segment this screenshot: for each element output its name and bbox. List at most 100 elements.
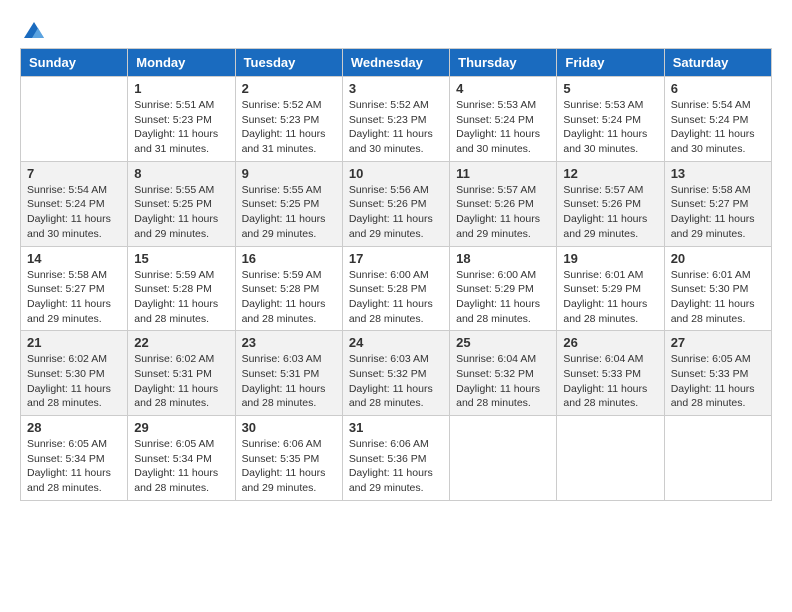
calendar-cell: 11 Sunrise: 5:57 AMSunset: 5:26 PMDayligh… — [450, 161, 557, 246]
day-number: 6 — [671, 81, 765, 96]
weekday-header: Sunday — [21, 49, 128, 77]
weekday-header: Friday — [557, 49, 664, 77]
calendar-cell: 23Sunrise: 6:03 AMSunset: 5:31 PMDayligh… — [235, 331, 342, 416]
day-info: Sunrise: 5:59 AMSunset: 5:28 PMDaylight:… — [242, 268, 336, 327]
calendar-cell: 24 Sunrise: 6:03 AMSunset: 5:32 PMDayligh… — [342, 331, 449, 416]
day-info: Sunrise: 5:54 AMSunset: 5:24 PMDaylight:… — [27, 183, 121, 242]
calendar-week-row: 7 Sunrise: 5:54 AMSunset: 5:24 PMDaylight… — [21, 161, 772, 246]
weekday-header: Monday — [128, 49, 235, 77]
day-info: Sunrise: 5:52 AMSunset: 5:23 PMDaylight:… — [349, 98, 443, 157]
day-info: Sunrise: 6:04 AMSunset: 5:33 PMDaylight:… — [563, 352, 657, 411]
day-info: Sunrise: 6:03 AMSunset: 5:32 PMDaylight:… — [349, 352, 443, 411]
calendar-week-row: 14Sunrise: 5:58 AMSunset: 5:27 PMDayligh… — [21, 246, 772, 331]
day-info: Sunrise: 5:54 AMSunset: 5:24 PMDaylight:… — [671, 98, 765, 157]
day-info: Sunrise: 5:53 AMSunset: 5:24 PMDaylight:… — [456, 98, 550, 157]
day-number: 9 — [242, 166, 336, 181]
day-number: 7 — [27, 166, 121, 181]
calendar-cell: 26 Sunrise: 6:04 AMSunset: 5:33 PMDayligh… — [557, 331, 664, 416]
calendar-cell: 6 Sunrise: 5:54 AMSunset: 5:24 PMDaylight… — [664, 77, 771, 162]
day-info: Sunrise: 5:58 AMSunset: 5:27 PMDaylight:… — [27, 268, 121, 327]
day-number: 18 — [456, 251, 550, 266]
weekday-header: Wednesday — [342, 49, 449, 77]
day-info: Sunrise: 5:58 AMSunset: 5:27 PMDaylight:… — [671, 183, 765, 242]
day-info: Sunrise: 6:04 AMSunset: 5:32 PMDaylight:… — [456, 352, 550, 411]
calendar-cell: 10 Sunrise: 5:56 AMSunset: 5:26 PMDayligh… — [342, 161, 449, 246]
calendar-cell: 2 Sunrise: 5:52 AMSunset: 5:23 PMDaylight… — [235, 77, 342, 162]
day-number: 24 — [349, 335, 443, 350]
day-number: 11 — [456, 166, 550, 181]
calendar-cell — [450, 416, 557, 501]
calendar-week-row: 1 Sunrise: 5:51 AMSunset: 5:23 PMDaylight… — [21, 77, 772, 162]
day-number: 15 — [134, 251, 228, 266]
calendar-cell: 14Sunrise: 5:58 AMSunset: 5:27 PMDayligh… — [21, 246, 128, 331]
day-info: Sunrise: 5:52 AMSunset: 5:23 PMDaylight:… — [242, 98, 336, 157]
day-info: Sunrise: 6:05 AMSunset: 5:33 PMDaylight:… — [671, 352, 765, 411]
day-number: 5 — [563, 81, 657, 96]
page-header — [20, 20, 772, 40]
calendar-cell: 4 Sunrise: 5:53 AMSunset: 5:24 PMDaylight… — [450, 77, 557, 162]
day-info: Sunrise: 6:02 AMSunset: 5:31 PMDaylight:… — [134, 352, 228, 411]
day-info: Sunrise: 5:53 AMSunset: 5:24 PMDaylight:… — [563, 98, 657, 157]
day-info: Sunrise: 6:01 AMSunset: 5:29 PMDaylight:… — [563, 268, 657, 327]
calendar-cell: 22 Sunrise: 6:02 AMSunset: 5:31 PMDayligh… — [128, 331, 235, 416]
day-number: 16 — [242, 251, 336, 266]
day-info: Sunrise: 5:59 AMSunset: 5:28 PMDaylight:… — [134, 268, 228, 327]
calendar-cell: 17 Sunrise: 6:00 AMSunset: 5:28 PMDayligh… — [342, 246, 449, 331]
calendar-cell: 27 Sunrise: 6:05 AMSunset: 5:33 PMDayligh… — [664, 331, 771, 416]
day-number: 21 — [27, 335, 121, 350]
calendar-cell: 25 Sunrise: 6:04 AMSunset: 5:32 PMDayligh… — [450, 331, 557, 416]
day-info: Sunrise: 5:57 AMSunset: 5:26 PMDaylight:… — [456, 183, 550, 242]
day-info: Sunrise: 5:55 AMSunset: 5:25 PMDaylight:… — [134, 183, 228, 242]
calendar-cell: 15 Sunrise: 5:59 AMSunset: 5:28 PMDayligh… — [128, 246, 235, 331]
calendar-cell: 12 Sunrise: 5:57 AMSunset: 5:26 PMDayligh… — [557, 161, 664, 246]
day-info: Sunrise: 6:00 AMSunset: 5:28 PMDaylight:… — [349, 268, 443, 327]
day-number: 2 — [242, 81, 336, 96]
day-info: Sunrise: 6:06 AMSunset: 5:36 PMDaylight:… — [349, 437, 443, 496]
day-info: Sunrise: 6:05 AMSunset: 5:34 PMDaylight:… — [27, 437, 121, 496]
day-number: 13 — [671, 166, 765, 181]
calendar-cell: 18 Sunrise: 6:00 AMSunset: 5:29 PMDayligh… — [450, 246, 557, 331]
calendar-cell — [21, 77, 128, 162]
day-number: 23 — [242, 335, 336, 350]
day-number: 17 — [349, 251, 443, 266]
weekday-header: Tuesday — [235, 49, 342, 77]
calendar-cell: 20 Sunrise: 6:01 AMSunset: 5:30 PMDayligh… — [664, 246, 771, 331]
calendar-cell: 16 Sunrise: 5:59 AMSunset: 5:28 PMDayligh… — [235, 246, 342, 331]
day-number: 29 — [134, 420, 228, 435]
day-number: 28 — [27, 420, 121, 435]
day-info: Sunrise: 5:57 AMSunset: 5:26 PMDaylight:… — [563, 183, 657, 242]
day-info: Sunrise: 6:00 AMSunset: 5:29 PMDaylight:… — [456, 268, 550, 327]
day-number: 12 — [563, 166, 657, 181]
calendar-cell: 8 Sunrise: 5:55 AMSunset: 5:25 PMDaylight… — [128, 161, 235, 246]
day-number: 4 — [456, 81, 550, 96]
calendar-cell: 7 Sunrise: 5:54 AMSunset: 5:24 PMDaylight… — [21, 161, 128, 246]
day-info: Sunrise: 5:51 AMSunset: 5:23 PMDaylight:… — [134, 98, 228, 157]
logo — [20, 20, 48, 40]
calendar-cell: 5 Sunrise: 5:53 AMSunset: 5:24 PMDaylight… — [557, 77, 664, 162]
day-number: 30 — [242, 420, 336, 435]
day-number: 1 — [134, 81, 228, 96]
day-number: 25 — [456, 335, 550, 350]
calendar-week-row: 28 Sunrise: 6:05 AMSunset: 5:34 PMDayligh… — [21, 416, 772, 501]
calendar-cell — [664, 416, 771, 501]
day-info: Sunrise: 5:56 AMSunset: 5:26 PMDaylight:… — [349, 183, 443, 242]
weekday-header-row: SundayMondayTuesdayWednesdayThursdayFrid… — [21, 49, 772, 77]
day-number: 26 — [563, 335, 657, 350]
weekday-header: Saturday — [664, 49, 771, 77]
calendar-week-row: 21 Sunrise: 6:02 AMSunset: 5:30 PMDayligh… — [21, 331, 772, 416]
calendar-cell: 30 Sunrise: 6:06 AMSunset: 5:35 PMDayligh… — [235, 416, 342, 501]
logo-icon — [22, 20, 46, 44]
calendar-cell: 1 Sunrise: 5:51 AMSunset: 5:23 PMDaylight… — [128, 77, 235, 162]
day-number: 20 — [671, 251, 765, 266]
day-number: 8 — [134, 166, 228, 181]
day-info: Sunrise: 6:02 AMSunset: 5:30 PMDaylight:… — [27, 352, 121, 411]
day-info: Sunrise: 6:01 AMSunset: 5:30 PMDaylight:… — [671, 268, 765, 327]
day-number: 22 — [134, 335, 228, 350]
day-number: 10 — [349, 166, 443, 181]
calendar-cell: 9Sunrise: 5:55 AMSunset: 5:25 PMDaylight… — [235, 161, 342, 246]
day-number: 3 — [349, 81, 443, 96]
day-info: Sunrise: 6:06 AMSunset: 5:35 PMDaylight:… — [242, 437, 336, 496]
calendar-cell: 28 Sunrise: 6:05 AMSunset: 5:34 PMDayligh… — [21, 416, 128, 501]
calendar-cell: 19Sunrise: 6:01 AMSunset: 5:29 PMDayligh… — [557, 246, 664, 331]
day-number: 27 — [671, 335, 765, 350]
